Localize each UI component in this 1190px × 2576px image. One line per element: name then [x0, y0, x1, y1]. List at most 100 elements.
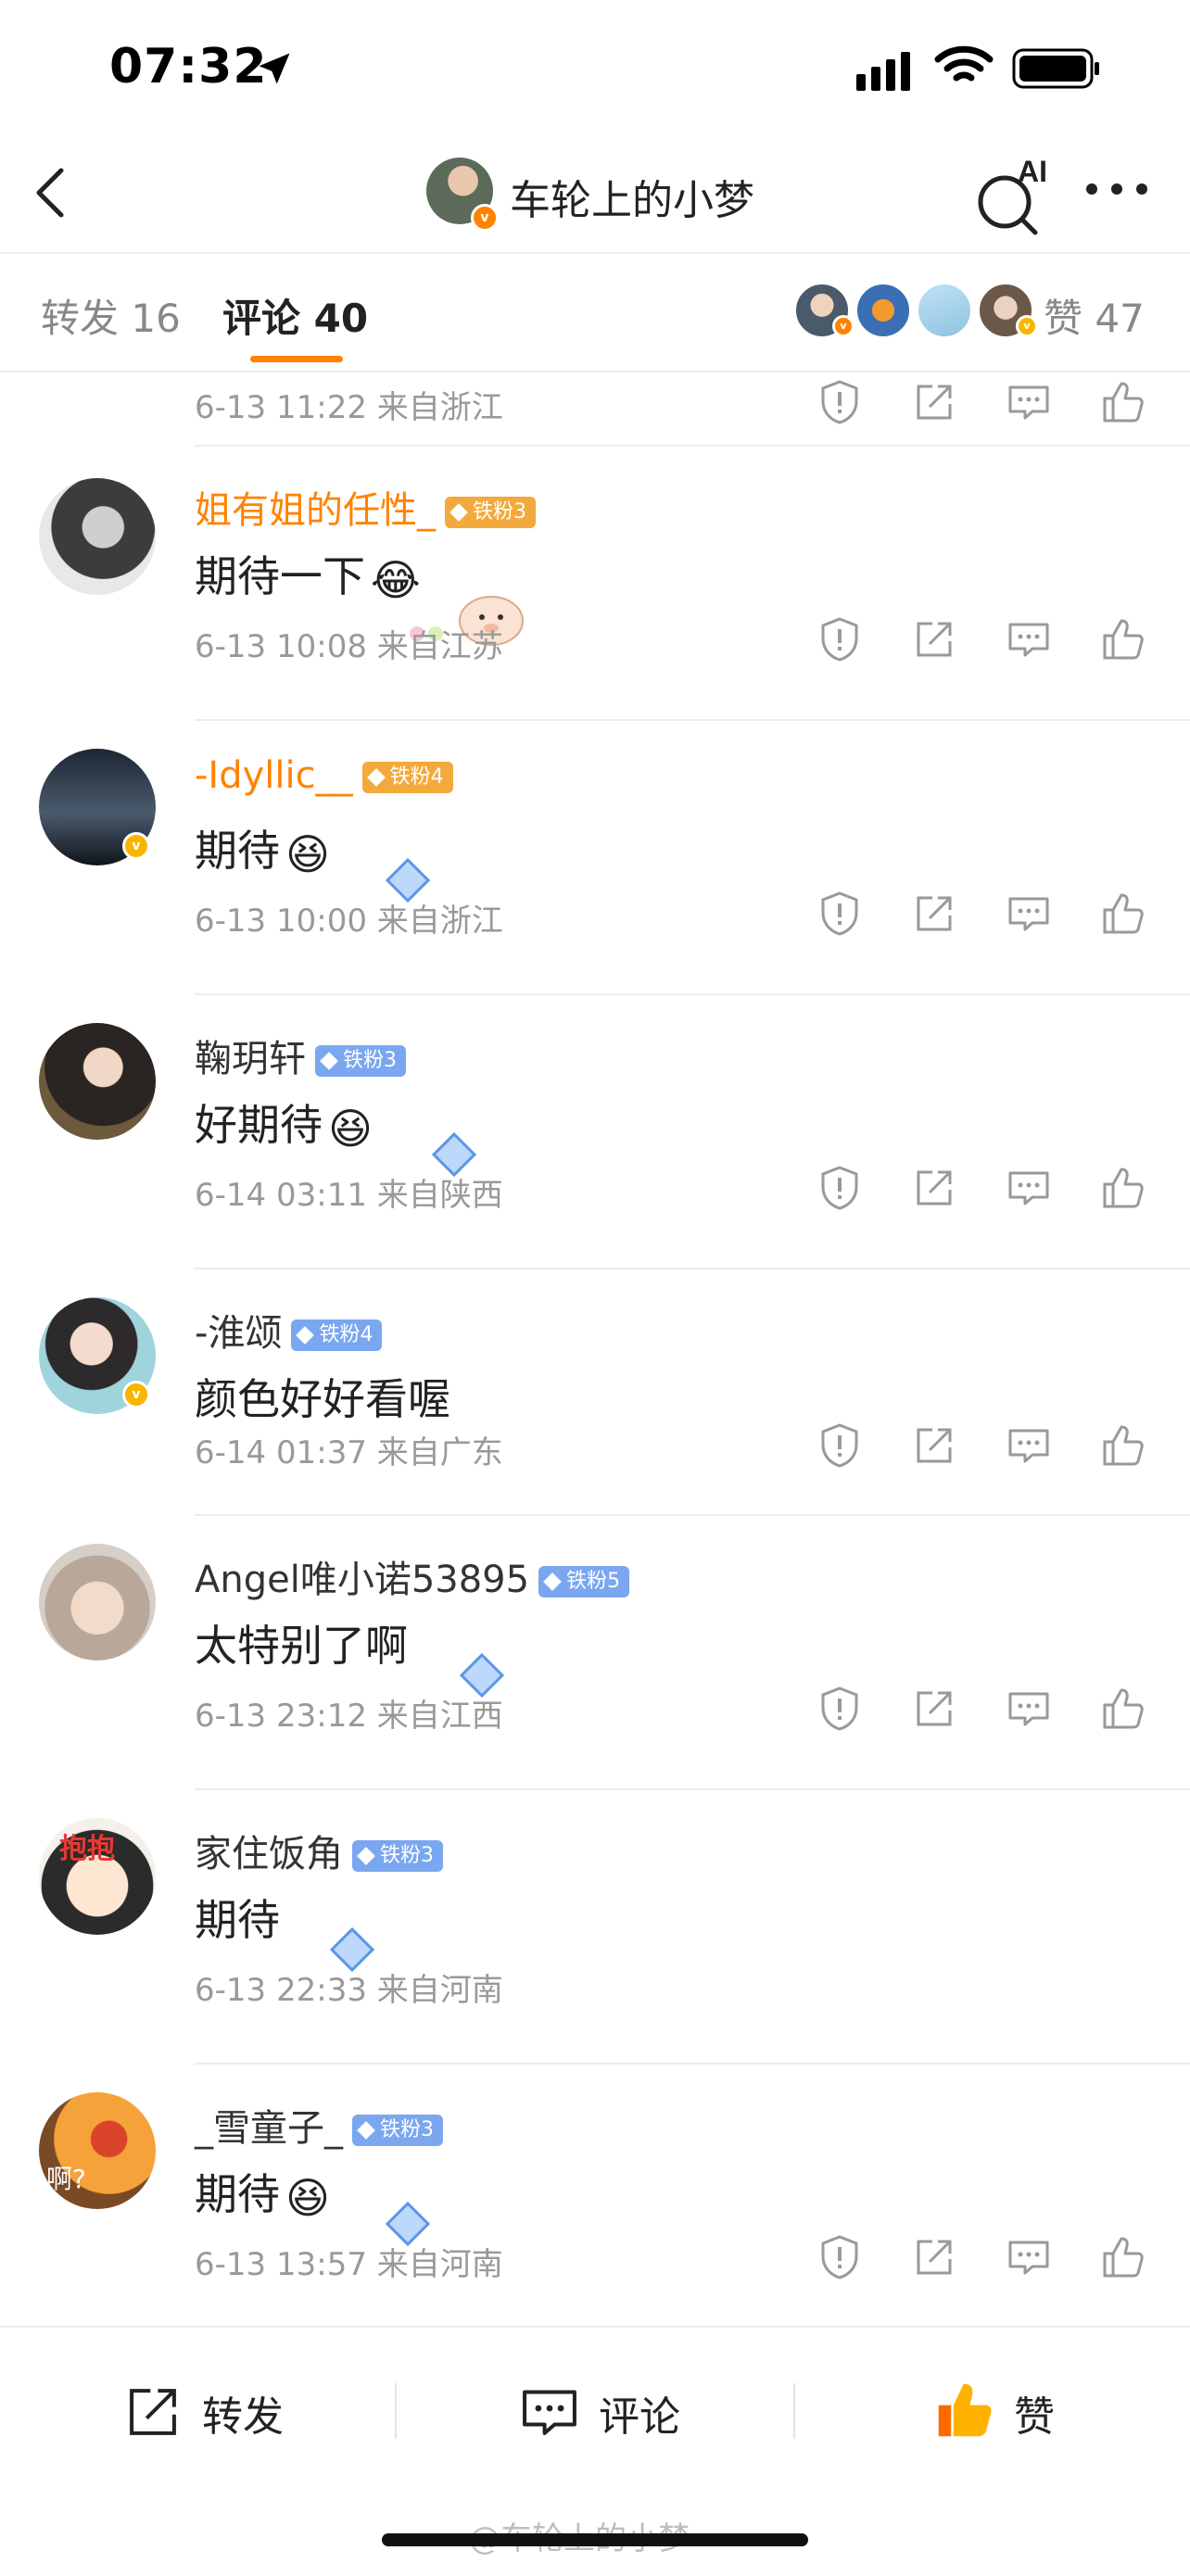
comment-icon — [523, 2390, 576, 2435]
comment-meta: 6-13 10:08 来自江苏 — [195, 628, 503, 665]
report-icon[interactable] — [816, 1421, 864, 1470]
comment-item: 啊? _雪童子_ 铁粉3 期待 😆 6-13 13:57 来自河南 — [0, 2065, 1190, 2326]
excited-emoji-icon: 😆 — [328, 1103, 373, 1154]
share-icon[interactable] — [910, 378, 958, 426]
fan-badge: 铁粉3 — [352, 1840, 443, 1872]
commenter-avatar[interactable] — [39, 1544, 156, 1661]
report-icon[interactable] — [816, 378, 864, 426]
tab-comment[interactable]: 评论 40 — [222, 287, 368, 344]
like-icon[interactable] — [1099, 1164, 1147, 1212]
author-name[interactable]: 车轮上的小梦 — [510, 167, 754, 226]
commenter-name[interactable]: 家住饭角 铁粉3 — [195, 1824, 443, 1877]
share-icon[interactable] — [910, 1685, 958, 1733]
comment-item: 抱抱 家住饭角 铁粉3 期待 6-13 22:33 来自河南 — [0, 1790, 1190, 2065]
report-icon[interactable] — [816, 1164, 864, 1212]
report-icon[interactable] — [816, 2233, 864, 2281]
fan-badge-label: 铁粉3 — [473, 500, 526, 524]
wifi-icon — [934, 45, 994, 82]
back-chevron-icon[interactable] — [28, 163, 74, 222]
like-filled-icon — [938, 2383, 992, 2437]
comment-meta: 6-13 11:22 来自浙江 — [195, 389, 503, 426]
tab-repost[interactable]: 转发 16 — [41, 287, 181, 344]
comment-item: 姐有姐的任性_ 铁粉3 期待一下 😂 6-13 10:08 来自江苏 — [0, 447, 1190, 721]
comment-text: 好期待 😆 — [195, 1092, 373, 1154]
comment-label: 评论 — [599, 2393, 680, 2441]
report-icon[interactable] — [816, 1685, 864, 1733]
commenter-avatar[interactable] — [39, 1023, 156, 1140]
verified-badge-icon: v — [1016, 315, 1038, 337]
comment-actions — [816, 890, 1168, 945]
report-icon[interactable] — [816, 615, 864, 663]
commenter-name[interactable]: -淮颂 铁粉4 — [195, 1303, 383, 1357]
location-arrow-icon — [259, 53, 290, 84]
status-bar: 07:32 — [0, 0, 1190, 139]
like-icon[interactable] — [1099, 1421, 1147, 1470]
reply-icon[interactable] — [1005, 1421, 1053, 1470]
fan-badge-label: 铁粉3 — [343, 1049, 397, 1072]
like-icon[interactable] — [1099, 1685, 1147, 1733]
excited-emoji-icon: 😆 — [285, 2172, 330, 2223]
comment-item: v -Idyllic__ 铁粉4 期待 😆 6-13 10:00 来自浙江 — [0, 721, 1190, 995]
verified-badge-icon: v — [471, 204, 499, 232]
verified-badge-icon: v — [122, 832, 150, 860]
commenter-name[interactable]: 鞠玥轩 铁粉3 — [195, 1029, 406, 1082]
comment-text-content: 期待 — [195, 2169, 280, 2219]
comment-text: 期待 😆 — [195, 2161, 330, 2223]
like-icon[interactable] — [1099, 890, 1147, 938]
fan-badge: 铁粉4 — [361, 762, 453, 793]
fan-badge-label: 铁粉3 — [380, 1844, 434, 1867]
fan-badge: 铁粉5 — [538, 1566, 630, 1597]
excited-emoji-icon: 😆 — [285, 828, 330, 879]
ai-label: AI — [1018, 155, 1047, 188]
fan-badge: 铁粉3 — [352, 2115, 443, 2146]
share-icon[interactable] — [910, 1421, 958, 1470]
commenter-avatar[interactable] — [39, 478, 156, 595]
reply-icon[interactable] — [1005, 1685, 1053, 1733]
commenter-avatar[interactable]: 啊? — [39, 2092, 156, 2209]
commenter-name[interactable]: 姐有姐的任性_ 铁粉3 — [195, 480, 536, 534]
commenter-name-text: _雪童子_ — [195, 2107, 343, 2150]
repost-icon — [130, 2389, 176, 2435]
comment-actions — [816, 615, 1168, 671]
reply-icon[interactable] — [1005, 1164, 1053, 1212]
commenter-name[interactable]: -Idyllic__ 铁粉4 — [195, 754, 453, 797]
verified-badge-icon: v — [122, 1381, 150, 1408]
battery-icon — [1012, 48, 1099, 89]
verified-badge-icon: v — [832, 315, 855, 337]
ai-search-icon[interactable]: AI — [971, 154, 1055, 237]
comment-meta: 6-13 10:00 来自浙江 — [195, 903, 503, 940]
comment-meta: 6-13 22:33 来自河南 — [195, 1972, 503, 2009]
comment-text: 期待 — [195, 1895, 280, 1945]
home-indicator[interactable] — [382, 2533, 808, 2546]
commenter-name[interactable]: Angel唯小诺53895 铁粉5 — [195, 1549, 630, 1603]
like-button[interactable]: 赞 — [932, 2374, 1081, 2448]
commenter-name[interactable]: _雪童子_ 铁粉3 — [195, 2098, 443, 2152]
tab-bar: 转发 16 评论 40 v v 赞 47 — [0, 252, 1190, 373]
reply-icon[interactable] — [1005, 2233, 1053, 2281]
share-icon[interactable] — [910, 2233, 958, 2281]
commenter-name-text: -淮颂 — [195, 1312, 283, 1355]
comment-actions — [816, 1685, 1168, 1740]
bottom-separator — [793, 2383, 795, 2439]
like-icon[interactable] — [1099, 2233, 1147, 2281]
repost-button[interactable]: 转发 — [120, 2374, 306, 2448]
avatar-sticker-text: 抱抱 — [59, 1833, 115, 1865]
report-icon[interactable] — [816, 890, 864, 938]
reply-icon[interactable] — [1005, 890, 1053, 938]
comment-meta: 6-14 03:11 来自陕西 — [195, 1177, 503, 1214]
more-options-icon[interactable] — [1084, 180, 1149, 198]
like-label: 赞 — [1014, 2393, 1055, 2441]
comment-text-content: 期待一下 — [195, 551, 365, 601]
repost-label: 转发 — [202, 2393, 284, 2441]
like-icon[interactable] — [1099, 378, 1147, 426]
share-icon[interactable] — [910, 1164, 958, 1212]
tab-likes[interactable]: 赞 47 — [1044, 287, 1145, 344]
reply-icon[interactable] — [1005, 378, 1053, 426]
like-icon[interactable] — [1099, 615, 1147, 663]
commenter-avatar[interactable]: 抱抱 — [39, 1818, 156, 1935]
active-tab-indicator — [250, 356, 343, 362]
share-icon[interactable] — [910, 615, 958, 663]
reply-icon[interactable] — [1005, 615, 1053, 663]
share-icon[interactable] — [910, 890, 958, 938]
comment-button[interactable]: 评论 — [517, 2374, 703, 2448]
